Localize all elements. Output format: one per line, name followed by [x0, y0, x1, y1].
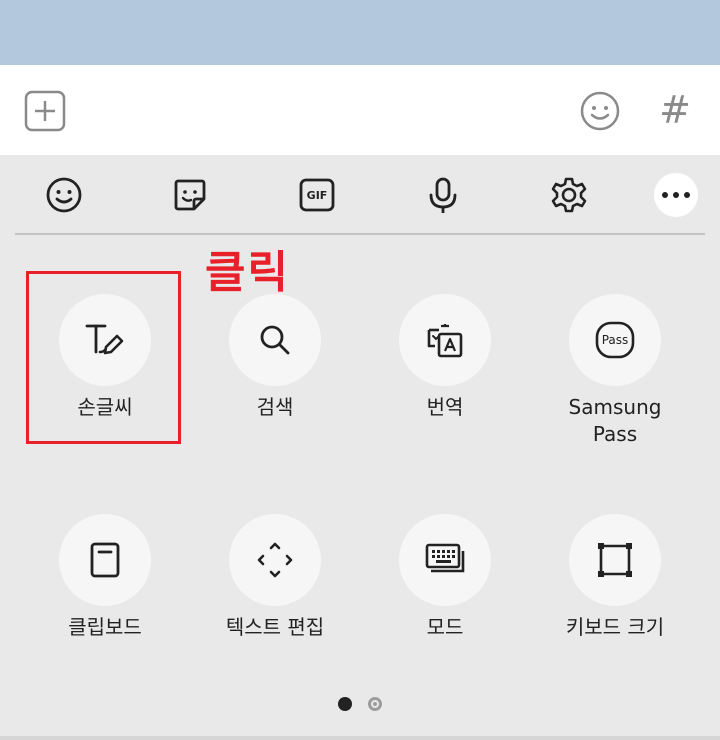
- grid-item-label: 클립보드: [68, 615, 142, 639]
- gif-text: GIF: [306, 188, 328, 202]
- page-dot-active[interactable]: [338, 697, 352, 711]
- keyboard-mode-icon[interactable]: [399, 514, 491, 606]
- plus-square-icon[interactable]: [24, 90, 66, 132]
- hashtag-button[interactable]: #: [652, 87, 698, 133]
- clipboard-icon[interactable]: [59, 514, 151, 606]
- keyboard-size-icon[interactable]: [569, 514, 661, 606]
- handwriting-icon[interactable]: [59, 294, 151, 386]
- page-dot-inactive[interactable]: [368, 697, 382, 711]
- grid-item-mode[interactable]: 모드: [360, 514, 530, 641]
- grid-item-label: Samsung Pass: [568, 395, 662, 446]
- microphone-icon[interactable]: [421, 173, 465, 217]
- app-top-bar: [0, 0, 720, 65]
- text-edit-icon[interactable]: [229, 514, 321, 606]
- grid-item-samsung-pass[interactable]: Pass Samsung Pass: [530, 294, 700, 448]
- bottom-edge: [0, 736, 720, 740]
- grid-item-keyboard-size[interactable]: 키보드 크기: [530, 514, 700, 641]
- keyboard-toolbar: GIF: [0, 155, 720, 235]
- grid-item-clipboard[interactable]: 클립보드: [20, 514, 190, 641]
- grid-item-label: 검색: [256, 395, 294, 419]
- grid-item-label: 모드: [426, 615, 464, 639]
- smiley-icon[interactable]: [578, 89, 622, 133]
- samsung-pass-icon-text: Pass: [601, 333, 629, 347]
- grid-item-handwriting[interactable]: 손글씨: [20, 294, 190, 421]
- search-icon[interactable]: [229, 294, 321, 386]
- message-input-bar[interactable]: #: [0, 65, 720, 155]
- samsung-pass-icon[interactable]: Pass: [569, 294, 661, 386]
- gear-icon[interactable]: [547, 173, 591, 217]
- gif-icon[interactable]: GIF: [295, 173, 339, 217]
- grid-item-label: 손글씨: [77, 395, 133, 419]
- click-annotation-text: 클릭: [205, 247, 290, 298]
- emoji-icon[interactable]: [42, 173, 86, 217]
- grid-item-label: 텍스트 편집: [225, 615, 325, 639]
- grid-item-translate[interactable]: 번역: [360, 294, 530, 421]
- translate-icon[interactable]: [399, 294, 491, 386]
- grid-item-label: 번역: [426, 395, 464, 419]
- sticker-icon[interactable]: [168, 173, 212, 217]
- grid-item-label: 키보드 크기: [565, 615, 665, 639]
- grid-item-text-edit[interactable]: 텍스트 편집: [190, 514, 360, 641]
- more-icon[interactable]: [654, 173, 698, 217]
- toolbar-divider: [15, 233, 705, 235]
- grid-item-search[interactable]: 검색: [190, 294, 360, 421]
- page-indicator: [0, 697, 720, 711]
